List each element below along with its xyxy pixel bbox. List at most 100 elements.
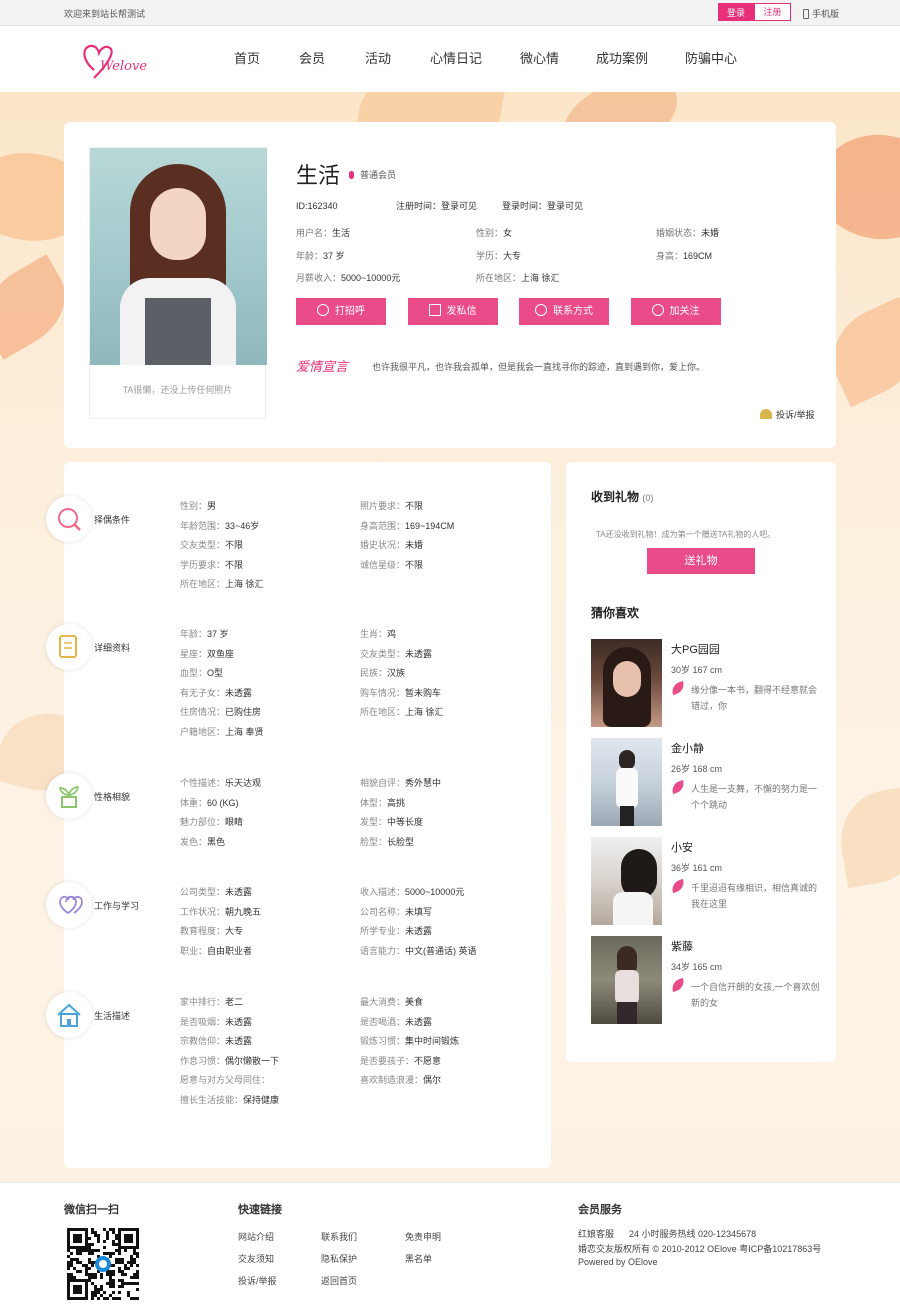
detail-value: 33~46岁 [225, 520, 260, 531]
detail-cell: 魅力部位：眼睛 [180, 815, 243, 828]
detail-cell: 所学专业：未透露 [360, 924, 432, 937]
register-time: 注册时间：登录可见 [396, 201, 478, 211]
report-link[interactable]: 投诉/举报 [760, 408, 815, 421]
section-title: 生活描述 [94, 1011, 131, 1021]
detail-key: 是否吸烟： [180, 1016, 226, 1027]
profile-card: TA很懒，还没上传任何照片 生活 普通会员 ID:162340 注册时间：登录可见… [64, 122, 836, 448]
detail-cell: 相貌自评：秀外慧中 [360, 776, 441, 789]
recommended-member[interactable]: 小安 36岁 161 cm 千里迢迢有缘相识，相信真诚的我在这里 [591, 837, 821, 925]
nav-item-3[interactable]: 心情日记 [430, 48, 482, 68]
profile-photo-box: TA很懒，还没上传任何照片 [89, 147, 267, 419]
phone-icon [803, 9, 809, 19]
love-declaration-title: 爱情宣言 [296, 360, 349, 375]
house-icon [57, 1003, 81, 1027]
site-header: Welove 首页 会员 活动 心情日记 微心情 成功案例 防骗中心 [0, 26, 900, 92]
nav-item-0[interactable]: 首页 [234, 48, 260, 68]
member-name[interactable]: 金小静 [671, 740, 704, 756]
info-value: 大专 [503, 251, 522, 261]
service-hotline: 红娘客服 24 小时服务热线 020-12345678 [578, 1227, 756, 1240]
footer-link[interactable]: 交友须知 [238, 1252, 274, 1265]
send-gift-button[interactable]: 送礼物 [647, 548, 755, 574]
recommended-member[interactable]: 大PG园园 30岁 167 cm 缘分像一本书，翻得不经意就会错过，你 [591, 639, 821, 727]
detail-cell: 作息习惯：偶尔懒散一下 [180, 1054, 279, 1067]
info-cell: 学历：大专 [476, 249, 521, 262]
detail-key: 婚史状况： [360, 540, 406, 550]
nav-item-5[interactable]: 成功案例 [596, 48, 648, 68]
footer-link[interactable]: 隐私保护 [321, 1252, 357, 1265]
detail-cell: 交友类型：未透露 [360, 647, 432, 660]
footer-link[interactable]: 联系我们 [321, 1230, 357, 1243]
report-label: 投诉/举报 [776, 410, 815, 420]
greet-button-label: 打招呼 [335, 306, 365, 317]
detail-value: 老二 [225, 997, 244, 1007]
member-level: 普通会员 [349, 168, 396, 181]
recommended-member[interactable]: 紫藤 34岁 165 cm 一个自信开朗的女孩,一个喜欢创新的女 [591, 936, 821, 1024]
member-photo[interactable] [591, 639, 662, 727]
detail-key: 有无子女： [180, 687, 226, 698]
detail-key: 血型： [180, 668, 208, 678]
member-quote-text: 人生是一支舞，不懈的努力是一个个跳动 [691, 784, 818, 810]
detail-value: 未填写 [405, 906, 433, 917]
profile-ids: ID:162340 注册时间：登录可见 登录时间：登录可见 [296, 199, 583, 212]
register-button[interactable]: 注册 [754, 3, 791, 21]
gift-count: (0) [642, 493, 654, 503]
detail-key: 年龄： [180, 629, 208, 639]
message-button[interactable]: 发私信 [407, 298, 498, 325]
detail-key: 喜欢制造浪漫： [360, 1075, 424, 1085]
recommended-member[interactable]: 金小静 26岁 168 cm 人生是一支舞，不懈的努力是一个个跳动 [591, 738, 821, 826]
detail-value: 中文(普通话) 英语 [405, 945, 477, 956]
footer-link[interactable]: 网站介绍 [238, 1230, 274, 1243]
detail-cell: 发型：中等长度 [360, 815, 423, 828]
contact-button[interactable]: 联系方式 [519, 298, 609, 325]
follow-button[interactable]: 加关注 [630, 298, 721, 325]
footer-link[interactable]: 投诉/举报 [238, 1274, 277, 1287]
detail-cell: 公司类型：未透露 [180, 885, 252, 898]
member-name[interactable]: 大PG园园 [671, 641, 720, 657]
nav-item-6[interactable]: 防骗中心 [685, 48, 737, 68]
detail-value: 37 岁 [207, 629, 229, 639]
detail-key: 所在地区： [180, 579, 226, 589]
mobile-version-link[interactable]: 手机版 [803, 7, 839, 20]
detail-card: 择偶条件 性别：男 照片要求：不限 年龄范围：33~46岁 身高范围：169~194CM… [46, 462, 551, 1168]
info-value: 5000~10000元 [341, 273, 401, 283]
detail-cell: 工作状况：朝九晚五 [180, 905, 261, 918]
copyright: 婚恋交友版权所有 © 2010-2012 OElove 粤ICP备1021786… [578, 1244, 822, 1254]
member-quote: 人生是一支舞，不懈的努力是一个个跳动 [669, 779, 821, 813]
detail-key: 体型： [360, 797, 388, 808]
detail-cell: 脸型：长脸型 [360, 835, 414, 848]
greet-button[interactable]: 打招呼 [296, 298, 386, 325]
detail-key: 魅力部位： [180, 817, 226, 827]
detail-cell: 收入描述：5000~10000元 [360, 885, 464, 898]
footer-link[interactable]: 免责申明 [405, 1230, 441, 1243]
site-logo[interactable]: Welove [80, 40, 150, 84]
detail-key: 愿意与对方父母同住： [180, 1075, 271, 1085]
nav-item-1[interactable]: 会员 [299, 48, 325, 68]
detail-cell: 年龄：37 岁 [180, 627, 229, 640]
detail-cell: 喜欢制造浪漫：偶尔 [360, 1073, 441, 1086]
profile-photo[interactable] [90, 148, 267, 365]
member-photo[interactable] [591, 936, 662, 1024]
member-name[interactable]: 紫藤 [671, 938, 693, 954]
section-title: 性格相貌 [94, 792, 131, 802]
member-quote: 一个自信开朗的女孩,一个喜欢创新的女 [669, 977, 821, 1011]
detail-key: 身高范围： [360, 520, 406, 531]
nav-item-4[interactable]: 微心情 [520, 48, 559, 68]
detail-cell: 教育程度：大专 [180, 924, 243, 937]
detail-key: 公司类型： [180, 887, 226, 897]
member-name[interactable]: 小安 [671, 839, 693, 855]
qr-code [67, 1228, 139, 1300]
info-key: 月薪收入： [296, 273, 342, 283]
nav-item-2[interactable]: 活动 [365, 48, 391, 68]
login-time: 登录时间：登录可见 [502, 201, 584, 211]
profile-name: 生活 [296, 163, 341, 188]
login-button[interactable]: 登录 [718, 3, 754, 21]
svg-text:Welove: Welove [100, 59, 147, 74]
footer-link[interactable]: 黑名单 [405, 1252, 432, 1265]
detail-value: 长脸型 [387, 836, 415, 847]
member-photo[interactable] [591, 738, 662, 826]
detail-value: 汉族 [387, 668, 406, 678]
detail-cell: 照片要求：不限 [360, 499, 423, 512]
service-hotline-label: 红娘客服 [578, 1229, 615, 1239]
footer-link[interactable]: 返回首页 [321, 1274, 357, 1287]
member-photo[interactable] [591, 837, 662, 925]
